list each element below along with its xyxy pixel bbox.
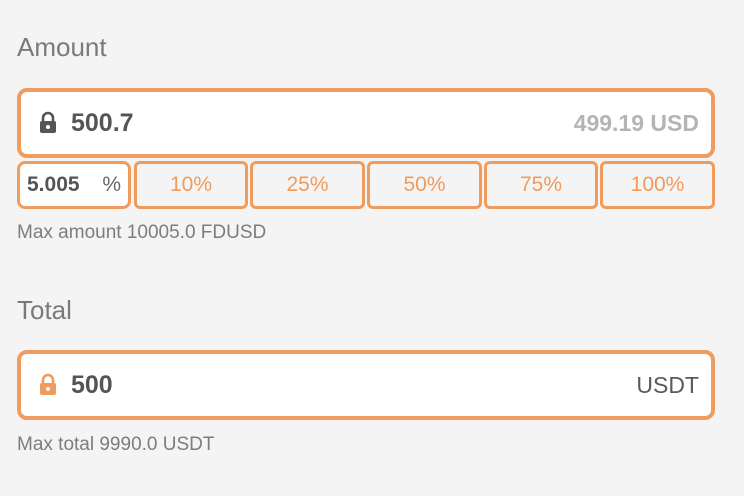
percent-50-button[interactable]: 50% [367, 161, 482, 209]
percent-symbol: % [102, 173, 121, 196]
amount-label: Amount [17, 32, 107, 62]
total-unit: USDT [636, 371, 699, 398]
total-label: Total [17, 295, 72, 325]
total-value: 500 [71, 370, 113, 399]
percent-value: 5.005 [27, 173, 80, 196]
max-total-hint: Max total 9990.0 USDT [17, 434, 215, 455]
percent-25-button[interactable]: 25% [250, 161, 365, 209]
lock-icon[interactable] [39, 373, 57, 397]
lock-icon[interactable] [39, 111, 57, 135]
percent-row: 5.005 % 10% 25% 50% 75% 100% [17, 161, 715, 209]
percent-75-button[interactable]: 75% [484, 161, 598, 209]
percent-10-button[interactable]: 10% [134, 161, 248, 209]
amount-value: 500.7 [71, 108, 134, 137]
percent-input[interactable]: 5.005 % [17, 161, 131, 209]
total-input[interactable]: 500 USDT [17, 350, 715, 420]
amount-input[interactable]: 500.7 499.19 USD [17, 88, 715, 158]
max-amount-hint: Max amount 10005.0 FDUSD [17, 222, 267, 243]
amount-converted-value: 499.19 USD [573, 109, 699, 136]
order-form: Amount 500.7 499.19 USD 5.005 % 10% 25% … [0, 0, 744, 496]
percent-100-button[interactable]: 100% [600, 161, 715, 209]
